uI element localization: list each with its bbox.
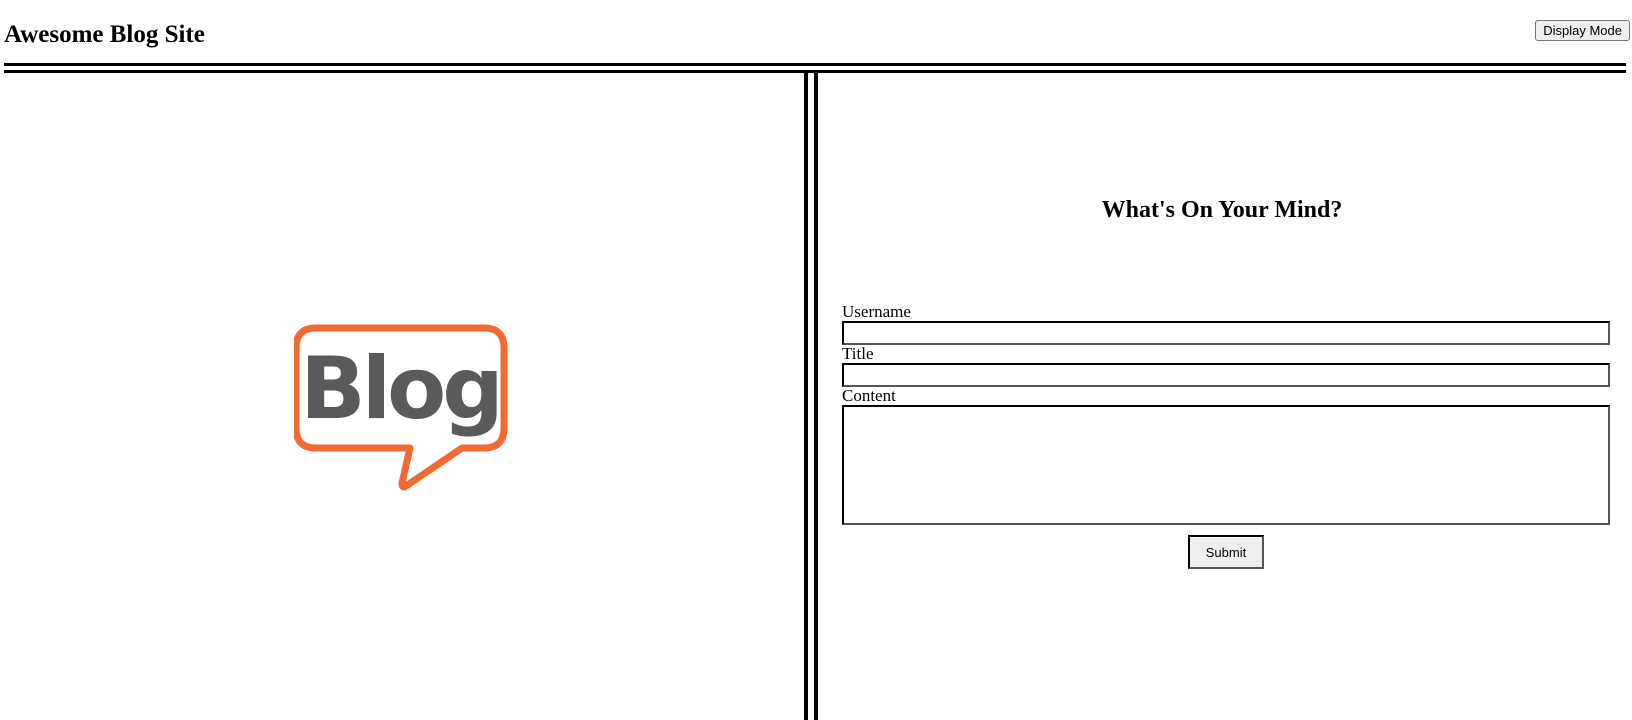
- title-input[interactable]: [842, 363, 1610, 387]
- page: Awesome Blog Site Display Mode Blog What…: [0, 0, 1632, 720]
- content-label: Content: [842, 386, 896, 405]
- logo-text: Blog: [300, 339, 500, 439]
- submit-row: Submit: [842, 535, 1610, 569]
- speech-bubble-icon: Blog: [294, 324, 508, 491]
- display-mode-button[interactable]: Display Mode: [1535, 20, 1630, 41]
- site-title: Awesome Blog Site: [4, 21, 205, 48]
- post-form: Username Title Content Submit: [842, 303, 1610, 569]
- header-divider: [4, 63, 1626, 66]
- title-label: Title: [842, 344, 874, 363]
- username-label: Username: [842, 302, 911, 321]
- form-heading: What's On Your Mind?: [1101, 197, 1343, 223]
- logo-panel: Blog: [4, 73, 808, 720]
- username-input[interactable]: [842, 321, 1610, 345]
- content-textarea[interactable]: [842, 405, 1610, 525]
- post-form-panel: What's On Your Mind? Username Title Cont…: [818, 73, 1626, 720]
- blog-logo: Blog: [294, 323, 524, 493]
- submit-button[interactable]: Submit: [1187, 535, 1265, 569]
